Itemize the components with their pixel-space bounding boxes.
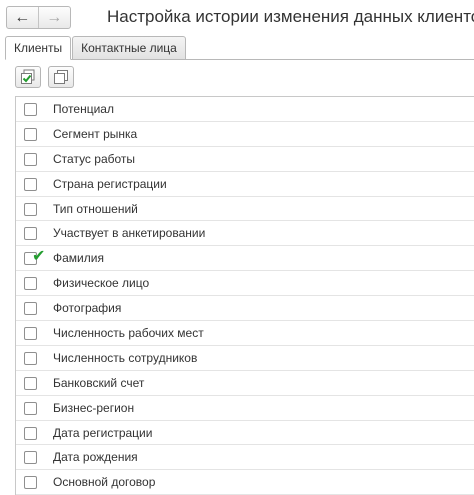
arrow-left-icon: ← xyxy=(14,8,31,26)
field-label: Бизнес-регион xyxy=(53,400,135,415)
field-label: Сегмент рынка xyxy=(53,126,138,141)
checkbox[interactable] xyxy=(24,302,37,316)
check-all-button[interactable] xyxy=(15,66,41,88)
checkbox[interactable] xyxy=(24,327,37,341)
field-label: Фамилия xyxy=(53,251,104,266)
field-label: Основной договор xyxy=(53,475,156,490)
uncheck-all-button[interactable] xyxy=(48,66,74,88)
checkmark-icon: ✔ xyxy=(32,248,46,266)
forward-button[interactable]: → xyxy=(39,7,71,28)
checkbox[interactable] xyxy=(24,351,37,365)
field-label: Статус работы xyxy=(53,151,136,166)
tab-divider xyxy=(5,59,474,60)
field-label: Численность сотрудников xyxy=(53,350,198,365)
list-item[interactable]: Дата рождения xyxy=(16,445,474,471)
checkbox[interactable] xyxy=(24,426,37,440)
toolbar xyxy=(15,66,81,88)
list-item[interactable]: Сегмент рынка xyxy=(16,122,474,147)
page-title: Настройка истории изменения данных клиен… xyxy=(107,7,474,26)
checkbox[interactable] xyxy=(24,103,37,116)
checkbox[interactable] xyxy=(24,376,37,390)
back-button[interactable]: ← xyxy=(7,7,39,28)
checkbox[interactable]: ✔ xyxy=(24,249,45,266)
field-label: Банковский счет xyxy=(53,375,145,390)
tab-contacts[interactable]: Контактные лица xyxy=(72,36,186,60)
field-label: Дата регистрации xyxy=(53,425,153,440)
fields-list: Потенциал Сегмент рынка Статус работы Ст… xyxy=(15,96,474,495)
checkbox[interactable] xyxy=(24,277,37,291)
list-item[interactable]: Участвует в анкетировании xyxy=(16,221,474,247)
list-item[interactable]: Численность сотрудников xyxy=(16,346,474,371)
tab-bar: Клиенты Контактные лица xyxy=(5,36,187,60)
list-item[interactable]: Страна регистрации xyxy=(16,172,474,197)
check-all-icon xyxy=(21,69,35,84)
field-label: Фотография xyxy=(53,301,122,316)
field-label: Тип отношений xyxy=(53,201,138,216)
field-label: Численность рабочих мест xyxy=(53,325,204,340)
field-label: Страна регистрации xyxy=(53,176,167,191)
checkbox[interactable] xyxy=(24,152,37,166)
uncheck-all-icon xyxy=(54,70,68,84)
checkbox[interactable] xyxy=(24,476,37,490)
field-label: Физическое лицо xyxy=(53,276,150,291)
tab-clients[interactable]: Клиенты xyxy=(5,36,72,60)
checkbox[interactable] xyxy=(24,451,37,465)
list-item[interactable]: Бизнес-регион xyxy=(16,396,474,421)
list-item[interactable]: Основной договор xyxy=(16,470,474,495)
arrow-right-icon: → xyxy=(46,8,63,26)
list-item[interactable]: Дата регистрации xyxy=(16,421,474,446)
list-item[interactable]: Тип отношений xyxy=(16,197,474,222)
navigation-buttons: ← → xyxy=(6,6,71,29)
list-item[interactable]: Численность рабочих мест xyxy=(16,321,474,346)
list-item[interactable]: ✔ Фамилия xyxy=(16,246,474,272)
checkbox[interactable] xyxy=(24,227,37,241)
list-item[interactable]: Банковский счет xyxy=(16,371,474,396)
list-item[interactable]: Потенциал xyxy=(16,97,474,122)
field-label: Участвует в анкетировании xyxy=(53,226,206,241)
field-label: Потенциал xyxy=(53,101,114,116)
checkbox[interactable] xyxy=(24,401,37,415)
list-item[interactable]: Фотография xyxy=(16,296,474,322)
checkbox[interactable] xyxy=(24,127,37,141)
checkbox[interactable] xyxy=(24,177,37,191)
checkbox[interactable] xyxy=(24,202,37,216)
list-item[interactable]: Физическое лицо xyxy=(16,271,474,297)
field-label: Дата рождения xyxy=(53,450,138,465)
list-item[interactable]: Статус работы xyxy=(16,147,474,172)
